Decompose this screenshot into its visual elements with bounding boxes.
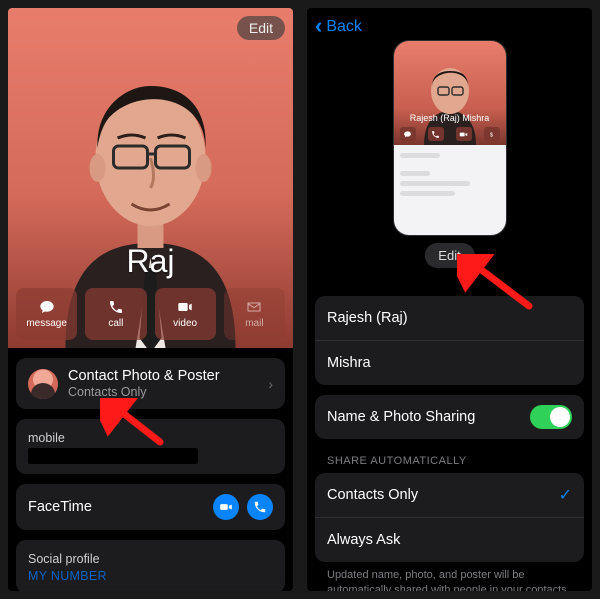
preview-action-icons: $ [400, 127, 500, 141]
chevron-right-icon: › [268, 376, 273, 392]
social-cell-group: Social profile MY NUMBER [16, 540, 285, 591]
message-icon [37, 299, 57, 315]
facetime-cell-group: FaceTime [16, 484, 285, 530]
edit-poster-button[interactable]: Edit [424, 243, 474, 268]
share-auto-header: Share Automatically [327, 455, 572, 467]
preview-message-icon [400, 127, 416, 141]
first-name-value: Rajesh (Raj) [327, 310, 408, 326]
preview-video-icon [456, 127, 472, 141]
preview-pay-icon: $ [484, 127, 500, 141]
video-label: video [173, 318, 197, 329]
photo-poster-title: Contact Photo & Poster [68, 368, 220, 384]
name-fields-group: Rajesh (Raj) Mishra [315, 296, 584, 385]
message-label: message [26, 318, 67, 329]
photo-sharing-screen: ‹ Back Rajesh (Raj) Mishra [307, 8, 592, 591]
sharing-label: Name & Photo Sharing [327, 409, 475, 425]
contact-poster: Edit Raj message call video mail [8, 8, 293, 348]
avatar-thumb [28, 369, 58, 399]
call-label: call [108, 318, 123, 329]
option-contacts-label: Contacts Only [327, 487, 418, 503]
call-button[interactable]: call [85, 288, 146, 340]
share-footer: Updated name, photo, and poster will be … [327, 568, 572, 591]
edit-button[interactable]: Edit [237, 16, 285, 40]
preview-phone-icon [428, 127, 444, 141]
back-button[interactable]: ‹ Back [315, 16, 362, 38]
option-ask-label: Always Ask [327, 532, 400, 548]
facetime-label: FaceTime [28, 499, 92, 515]
video-icon [175, 299, 195, 315]
last-name-field[interactable]: Mishra [315, 340, 584, 385]
mobile-cell[interactable]: mobile [16, 419, 285, 474]
social-profile-cell[interactable]: Social profile MY NUMBER [16, 540, 285, 591]
option-contacts-only[interactable]: Contacts Only ✓ [315, 473, 584, 517]
last-name-value: Mishra [327, 355, 371, 371]
my-number-link[interactable]: MY NUMBER [28, 569, 273, 583]
name-photo-sharing-cell: Name & Photo Sharing [315, 395, 584, 439]
facetime-audio-button[interactable] [247, 494, 273, 520]
facetime-video-button[interactable] [213, 494, 239, 520]
redacted-number [28, 448, 198, 464]
option-always-ask[interactable]: Always Ask [315, 517, 584, 562]
contact-photo-poster-cell[interactable]: Contact Photo & Poster Contacts Only › [16, 358, 285, 409]
share-auto-group: Contacts Only ✓ Always Ask [315, 473, 584, 562]
phone-icon [106, 299, 126, 315]
social-label: Social profile [28, 552, 100, 566]
back-label: Back [326, 18, 362, 36]
contact-card-screen: Edit Raj message call video mail [8, 8, 293, 591]
preview-poster: Rajesh (Raj) Mishra $ [394, 41, 506, 145]
message-button[interactable]: message [16, 288, 77, 340]
facetime-cell[interactable]: FaceTime [16, 484, 285, 530]
mail-button: mail [224, 288, 285, 340]
photo-poster-cell-group: Contact Photo & Poster Contacts Only › [16, 358, 285, 409]
checkmark-icon: ✓ [559, 485, 572, 505]
mail-label: mail [245, 318, 263, 329]
chevron-left-icon: ‹ [315, 15, 322, 37]
sharing-toggle-group: Name & Photo Sharing [315, 395, 584, 439]
contact-name: Raj [8, 243, 293, 280]
mail-icon [244, 299, 264, 315]
phone-cell-group: mobile [16, 419, 285, 474]
first-name-field[interactable]: Rajesh (Raj) [315, 296, 584, 340]
photo-poster-subtitle: Contacts Only [68, 385, 220, 399]
action-buttons: message call video mail [16, 288, 285, 340]
preview-name: Rajesh (Raj) Mishra [394, 113, 506, 123]
sharing-toggle[interactable] [530, 405, 572, 429]
video-button[interactable]: video [155, 288, 216, 340]
svg-text:$: $ [490, 132, 493, 138]
poster-preview[interactable]: Rajesh (Raj) Mishra $ [393, 40, 507, 236]
mobile-label: mobile [28, 431, 65, 445]
preview-card-body [394, 145, 506, 235]
